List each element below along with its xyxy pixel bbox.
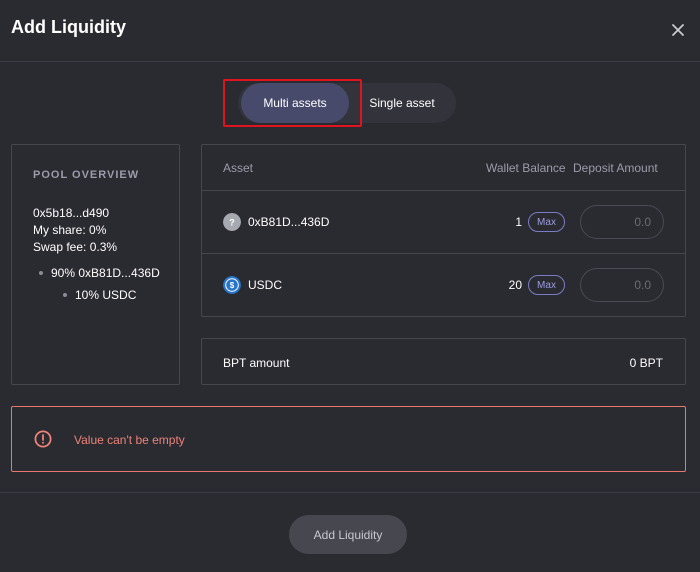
close-icon[interactable] <box>668 20 688 40</box>
usdc-token-icon: $ <box>223 276 241 294</box>
footer-divider <box>0 492 700 493</box>
deposit-amount-input[interactable] <box>580 205 664 239</box>
max-button[interactable]: Max <box>528 275 565 295</box>
pool-overview-panel: POOL OVERVIEW 0x5b18...d490 My share: 0%… <box>11 144 180 385</box>
asset-table: Asset Wallet Balance Deposit Amount ? 0x… <box>201 144 686 317</box>
bpt-amount-panel: BPT amount 0 BPT <box>201 338 686 385</box>
add-liquidity-button[interactable]: Add Liquidity <box>289 515 407 554</box>
table-divider <box>202 190 685 191</box>
pool-weight-item: 90% 0xB81D...436D <box>51 266 160 280</box>
token-name: 0xB81D...436D <box>248 215 330 229</box>
dialog-header: Add Liquidity <box>0 0 700 62</box>
pool-my-share: My share: 0% <box>33 223 107 237</box>
column-header-asset: Asset <box>223 161 254 175</box>
bullet-icon <box>39 271 43 275</box>
pool-address: 0x5b18...d490 <box>33 206 110 220</box>
dialog-title: Add Liquidity <box>11 17 126 37</box>
svg-text:$: $ <box>230 281 235 290</box>
column-header-wallet-balance: Wallet Balance <box>486 161 566 175</box>
table-divider <box>202 253 685 254</box>
unknown-token-icon: ? <box>223 213 241 231</box>
error-alert: Value can't be empty <box>11 406 686 472</box>
deposit-amount-input[interactable] <box>580 268 664 302</box>
selection-highlight <box>223 79 362 127</box>
pool-weight-item: 10% USDC <box>75 288 137 302</box>
tab-single-asset[interactable]: Single asset <box>352 83 452 123</box>
token-name: USDC <box>248 278 283 292</box>
bullet-icon <box>63 293 67 297</box>
pool-overview-heading: POOL OVERVIEW <box>33 169 140 181</box>
error-message: Value can't be empty <box>74 433 185 447</box>
max-button[interactable]: Max <box>528 212 565 232</box>
pool-swap-fee: Swap fee: 0.3% <box>33 240 118 254</box>
svg-text:?: ? <box>229 218 235 228</box>
bpt-amount-value: 0 BPT <box>629 356 663 370</box>
bpt-amount-label: BPT amount <box>223 356 290 370</box>
wallet-balance: 1 <box>515 215 522 229</box>
column-header-deposit-amount: Deposit Amount <box>573 161 658 175</box>
alert-circle-icon <box>34 430 52 448</box>
wallet-balance: 20 <box>508 278 522 292</box>
